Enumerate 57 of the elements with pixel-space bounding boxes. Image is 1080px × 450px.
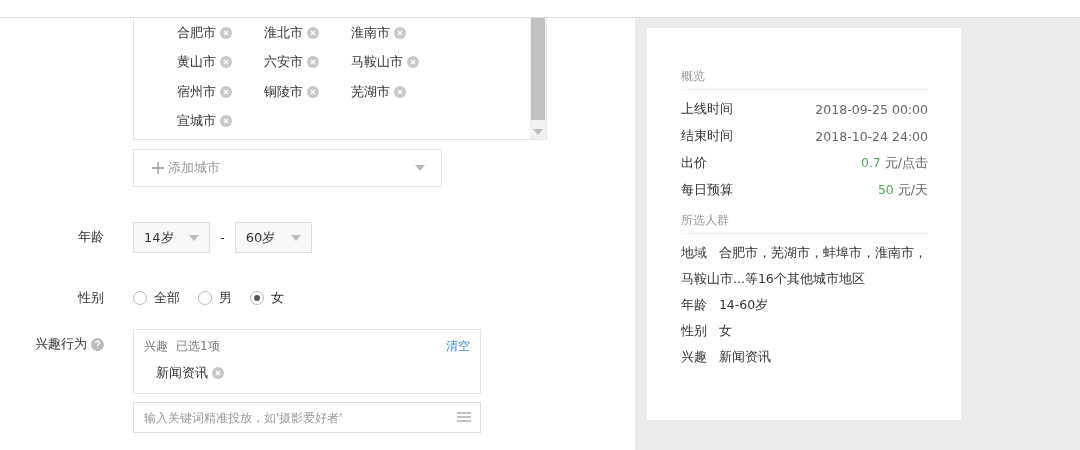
gender-radio[interactable]: 男 xyxy=(198,283,232,313)
summary-label: 每日预算 xyxy=(681,182,733,199)
caret-icon xyxy=(415,165,425,171)
audience-detail: 地域 合肥市，芜湖市，蚌埠市，淮南市，马鞍山市...等16个其他城市地区 xyxy=(681,245,927,286)
clear-link[interactable]: 清空 xyxy=(446,338,470,355)
field-label: 兴趣行为 xyxy=(35,335,87,353)
summary-label: 上线时间 xyxy=(681,101,733,118)
scrollbar[interactable] xyxy=(530,18,546,139)
city-tag: 合肥市 xyxy=(177,23,216,42)
remove-icon[interactable] xyxy=(220,56,232,69)
remove-icon[interactable] xyxy=(220,85,232,98)
remove-icon[interactable] xyxy=(394,26,406,39)
remove-icon[interactable] xyxy=(220,115,232,128)
age-select[interactable]: 14岁 xyxy=(133,222,210,253)
city-tag: 黄山市 xyxy=(177,53,216,72)
city-tag: 淮北市 xyxy=(264,23,303,42)
remove-icon[interactable] xyxy=(220,26,232,39)
summary-value: 2018-10-24 24:00 xyxy=(815,129,928,144)
caret-icon xyxy=(533,129,543,135)
city-tag: 铜陵市 xyxy=(264,82,303,101)
caret-icon xyxy=(189,234,199,241)
section-title: 概览 xyxy=(681,68,928,90)
plus-icon xyxy=(152,162,164,174)
interest-tag: 新闻资讯 xyxy=(156,364,208,382)
section-title: 所选人群 xyxy=(681,212,928,234)
city-tag: 马鞍山市 xyxy=(351,53,403,72)
audience-detail: 兴趣 新闻资讯 xyxy=(681,349,771,364)
keyword-field[interactable]: 输入关键词精准投放，如'摄影爱好者' xyxy=(133,402,481,433)
summary-value: 50 元/天 xyxy=(877,182,928,199)
remove-icon[interactable] xyxy=(307,85,319,98)
field-label: 年龄 xyxy=(78,228,104,246)
menu-icon[interactable] xyxy=(457,412,471,422)
summary-value: 2018-09-25 00:00 xyxy=(815,102,928,117)
summary-value: 0.7 元/点击 xyxy=(860,155,928,172)
range-separator: - xyxy=(220,229,225,247)
age-select[interactable]: 60岁 xyxy=(234,222,312,253)
city-tag: 淮南市 xyxy=(351,23,390,42)
gender-radio[interactable]: 女 xyxy=(250,283,284,313)
audience-detail: 性别 女 xyxy=(681,323,732,338)
remove-icon[interactable] xyxy=(394,85,406,98)
summary-label: 出价 xyxy=(681,155,707,172)
remove-icon[interactable] xyxy=(212,367,224,379)
remove-icon[interactable] xyxy=(307,56,319,69)
city-tag: 六安市 xyxy=(264,53,303,72)
city-tag: 宿州市 xyxy=(177,82,216,101)
audience-detail: 年龄 14-60岁 xyxy=(681,297,769,312)
city-tag: 芜湖市 xyxy=(351,82,390,101)
help-icon[interactable] xyxy=(91,337,104,351)
remove-icon[interactable] xyxy=(307,26,319,39)
remove-icon[interactable] xyxy=(407,56,419,69)
selected-count: 已选1项 xyxy=(176,338,220,355)
city-tag: 宣城市 xyxy=(177,112,216,131)
category-label: 兴趣 xyxy=(144,338,168,355)
gender-radio[interactable]: 全部 xyxy=(133,283,180,313)
summary-label: 结束时间 xyxy=(681,128,733,145)
caret-icon xyxy=(290,234,301,241)
field-label: 性别 xyxy=(78,289,104,307)
